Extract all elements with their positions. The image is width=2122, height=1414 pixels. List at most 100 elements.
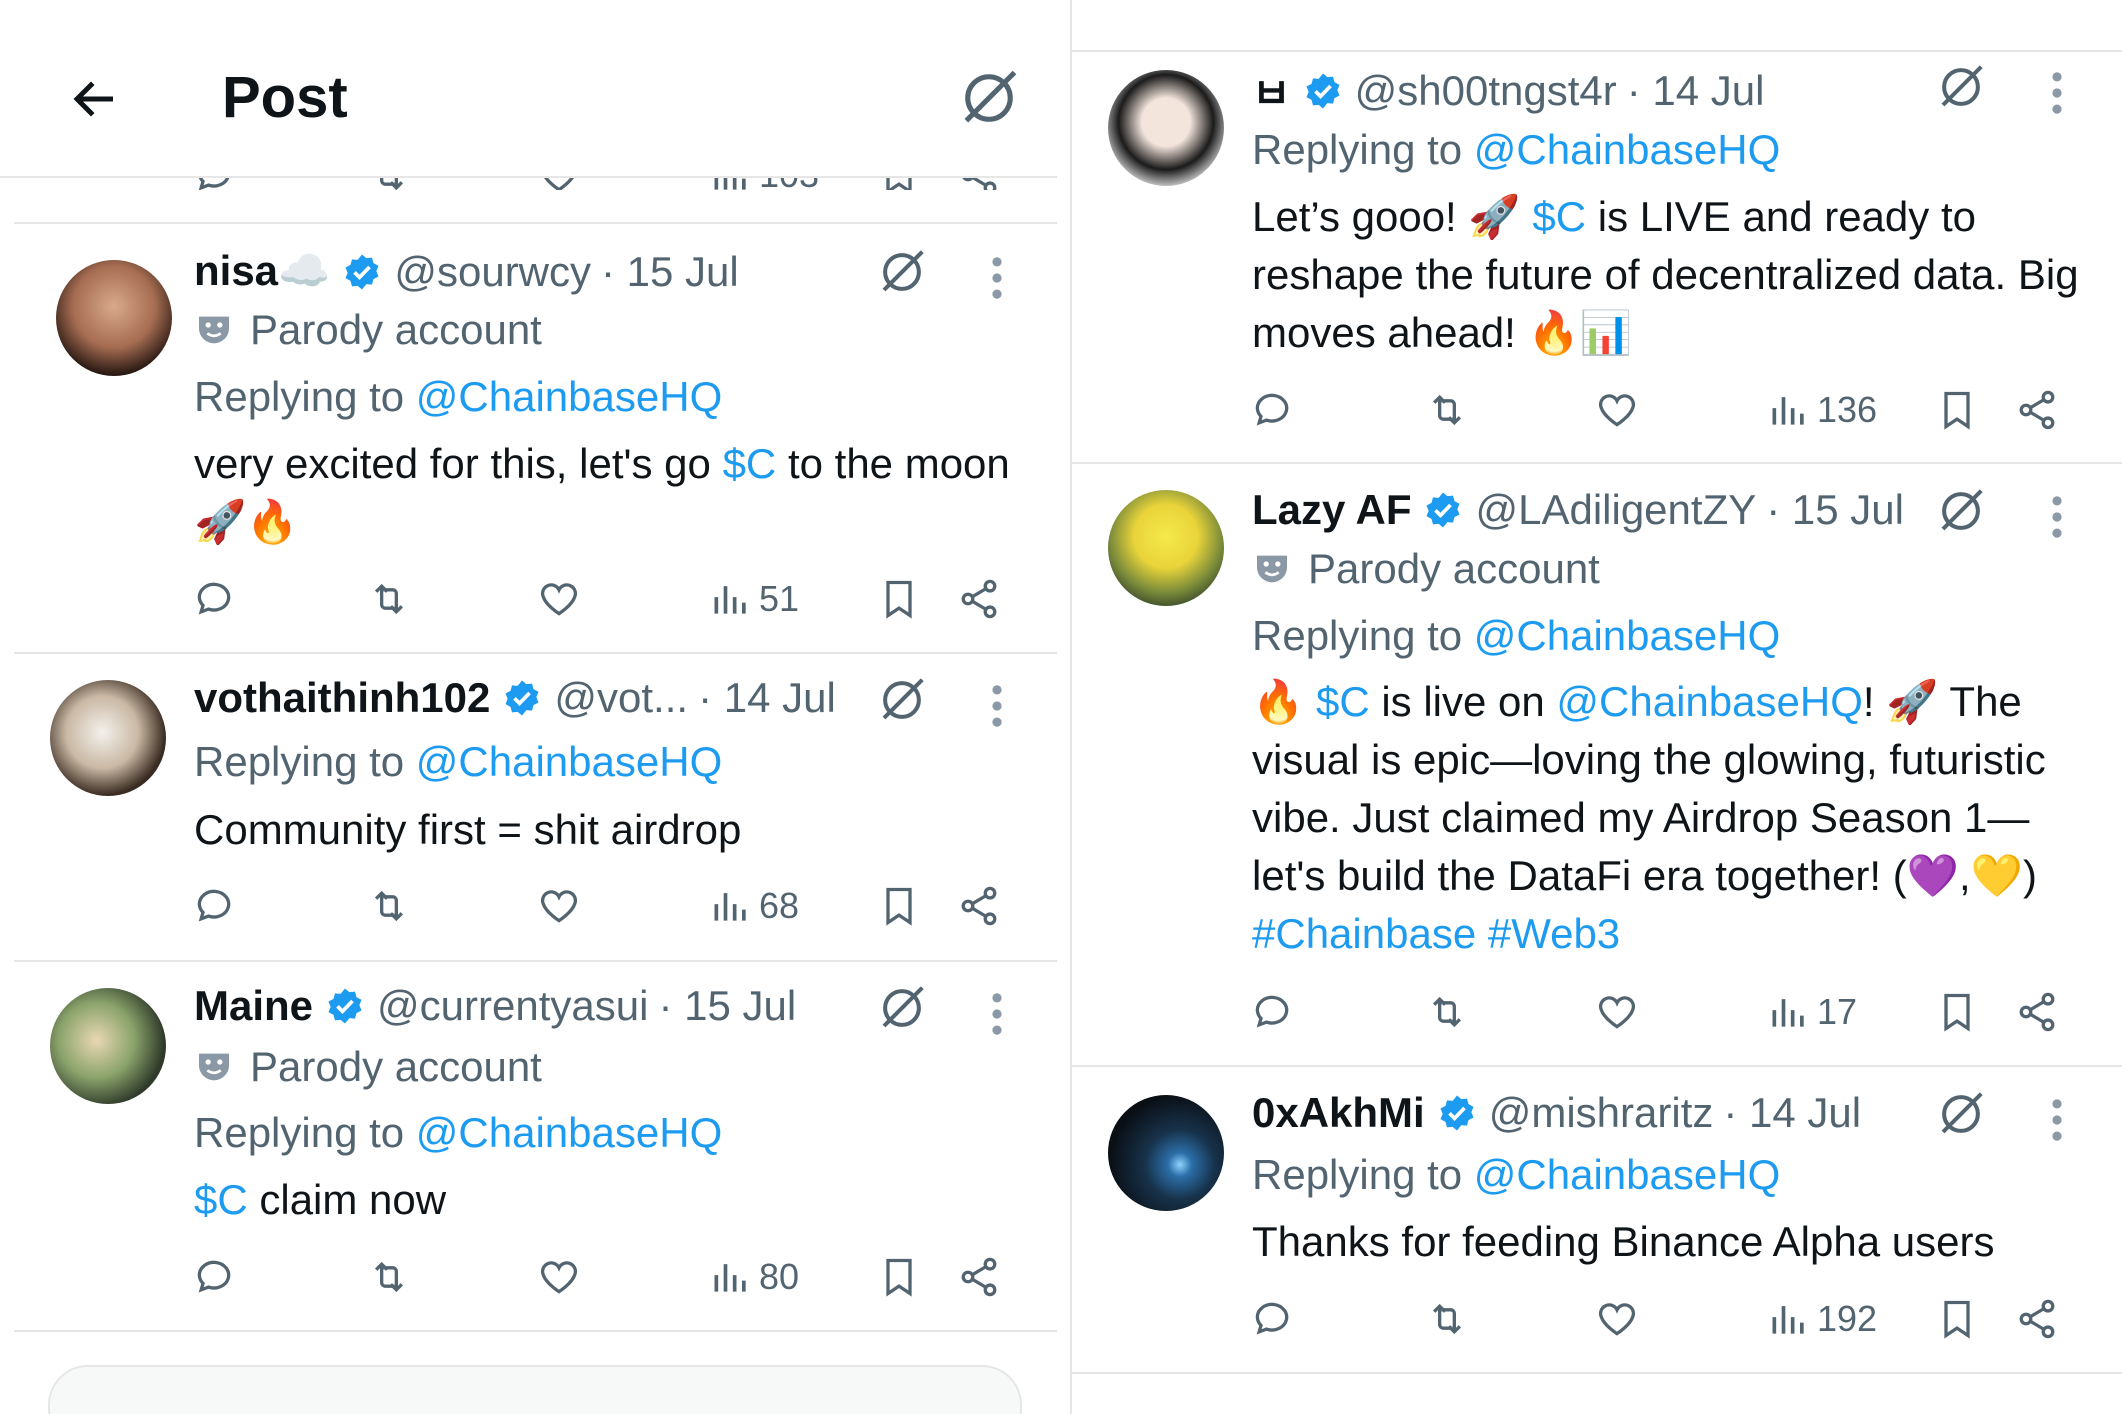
more-icon[interactable] [2050,1097,2064,1143]
avatar[interactable] [1108,1095,1224,1211]
avatar[interactable] [1108,70,1224,186]
views-button[interactable]: 17 [1767,987,1857,1037]
more-icon[interactable] [990,683,1004,729]
parody-text: Parody account [250,306,542,353]
post-link[interactable]: $C [723,440,777,487]
repost-button[interactable] [367,1252,411,1302]
handle[interactable]: @sh00tngst4r [1355,67,1617,115]
share-button[interactable] [2015,987,2059,1037]
reply-button[interactable] [192,574,236,624]
replying-to-link[interactable]: @ChainbaseHQ [1474,612,1780,659]
grok-icon[interactable] [875,245,929,299]
bookmark-button[interactable] [877,881,921,931]
parody-label: Parody account [194,1043,542,1091]
post-date[interactable]: · 14 Jul [1723,1089,1861,1137]
reply-button[interactable] [1250,987,1294,1037]
repost-button[interactable] [367,881,411,931]
avatar[interactable] [50,988,166,1104]
reply-button[interactable] [192,1252,236,1302]
repost-button[interactable] [1425,1294,1469,1344]
like-button[interactable] [1595,385,1639,435]
back-arrow-icon[interactable] [68,72,122,126]
share-button[interactable] [2015,385,2059,435]
replying-to-link[interactable]: @ChainbaseHQ [416,373,722,420]
display-name[interactable]: Maine [194,982,313,1030]
repost-button[interactable] [1425,385,1469,435]
handle[interactable]: @currentyasui [377,982,648,1030]
post-date[interactable]: · 15 Jul [601,248,739,296]
post-date[interactable]: · 14 Jul [698,674,836,722]
replying-to-link[interactable]: @ChainbaseHQ [416,738,722,785]
post-date[interactable]: · 15 Jul [658,982,796,1030]
post-text-segment: claim now [247,1176,447,1223]
like-icon [1598,1303,1636,1336]
bookmark-button[interactable] [877,574,921,624]
post-link[interactable]: $C [1316,678,1370,725]
reply-composer[interactable] [48,1365,1022,1414]
display-name[interactable]: Lazy AF [1252,486,1411,534]
bookmark-button[interactable] [877,1252,921,1302]
share-icon [2019,1299,2055,1339]
replying-to-link[interactable]: @ChainbaseHQ [1474,126,1780,173]
avatar[interactable] [1108,490,1224,606]
views-button[interactable]: 68 [709,881,799,931]
display-name[interactable]: 0xAkhMi [1252,1089,1425,1137]
display-name[interactable]: ㅂ [1252,60,1291,121]
grok-icon[interactable] [955,64,1023,132]
views-button[interactable]: 136 [1767,385,1877,435]
bookmark-button[interactable] [1935,385,1979,435]
share-button[interactable] [957,574,1001,624]
handle[interactable]: @vot... [554,674,688,722]
bookmark-button[interactable] [1935,987,1979,1037]
reply-button[interactable] [1250,1294,1294,1344]
handle[interactable]: @mishraritz [1489,1089,1714,1137]
post-link[interactable]: $C [194,1176,248,1223]
repost-button[interactable] [367,574,411,624]
more-icon[interactable] [990,991,1004,1037]
handle[interactable]: @LAdiligentZY [1475,486,1756,534]
like-button[interactable] [537,1252,581,1302]
replying-to-link[interactable]: @ChainbaseHQ [1474,1151,1780,1198]
replying-to-link[interactable]: @ChainbaseHQ [416,1109,722,1156]
grok-icon[interactable] [875,981,929,1035]
reply-icon [197,889,231,922]
grok-icon[interactable] [1934,60,1988,114]
bookmark-icon [886,1258,912,1297]
more-icon[interactable] [990,255,1004,301]
views-button[interactable]: 192 [1767,1294,1877,1344]
bookmark-button[interactable] [1935,1294,1979,1344]
repost-button[interactable] [1425,987,1469,1037]
like-button[interactable] [1595,987,1639,1037]
post-date[interactable]: · 14 Jul [1627,67,1765,115]
post-link[interactable]: #Chainbase [1252,910,1476,957]
post-link[interactable]: @ChainbaseHQ [1556,678,1862,725]
display-name[interactable]: nisa☁️ [194,247,330,296]
like-button[interactable] [537,881,581,931]
like-button[interactable] [537,574,581,624]
reply-button[interactable] [1250,385,1294,435]
grok-icon[interactable] [1934,1087,1988,1141]
share-button[interactable] [957,881,1001,931]
display-name[interactable]: vothaithinh102 [194,674,490,722]
grok-icon[interactable] [1934,484,1988,538]
like-icon [540,890,578,923]
handle[interactable]: @sourwcy [394,248,591,296]
more-icon[interactable] [2050,70,2064,116]
views-button[interactable]: 51 [709,574,799,624]
like-button[interactable] [1595,1294,1639,1344]
reply-button[interactable] [192,881,236,931]
more-icon[interactable] [2050,494,2064,540]
post-link[interactable]: #Web3 [1488,910,1620,957]
post-link[interactable]: $C [1532,193,1586,240]
grok-icon[interactable] [875,673,929,727]
avatar[interactable] [50,680,166,796]
replying-prefix: Replying to [194,1109,416,1156]
avatar[interactable] [56,260,172,376]
parody-label: Parody account [194,306,542,354]
post-text: Thanks for feeding Binance Alpha users [1252,1213,2082,1271]
views-button[interactable]: 80 [709,1252,799,1302]
post-date[interactable]: · 15 Jul [1766,486,1904,534]
share-button[interactable] [957,1252,1001,1302]
share-button[interactable] [2015,1294,2059,1344]
replying-prefix: Replying to [1252,612,1474,659]
